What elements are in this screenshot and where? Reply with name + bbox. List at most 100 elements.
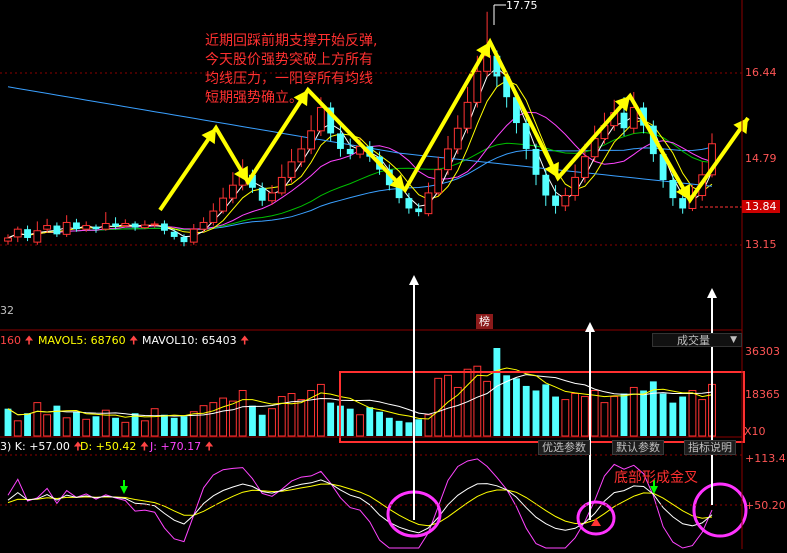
rank-badge[interactable]: 榜 [476, 314, 493, 329]
volume-legend-1-text: 160 [0, 334, 21, 347]
up-arrow-icon: 🠉 [204, 440, 214, 453]
price-annotation-line-3: 均线压力，一阳穿所有均线 [205, 71, 373, 87]
kdj-legend-k-text: 3) K: +57.00 [0, 440, 70, 453]
volume-bar [434, 377, 443, 437]
candle-body [532, 148, 540, 175]
candle-body [150, 223, 159, 226]
candle-body [307, 130, 316, 150]
candle-body [346, 148, 354, 155]
volume-bar [571, 393, 580, 437]
volume-bar [385, 417, 393, 436]
volume-bar [552, 396, 559, 436]
volume-legend-3-text: MAVOL10: 65403 [142, 334, 237, 347]
candle-body [161, 223, 168, 231]
default-params-button[interactable]: 默认参数 [612, 440, 664, 455]
candle-body [82, 225, 91, 230]
cut-label: 32 [0, 304, 14, 317]
volume-bar [327, 402, 335, 436]
candle-body [483, 55, 492, 72]
volume-bar [688, 389, 697, 437]
volume-bar [4, 408, 12, 436]
candle-body [189, 228, 198, 243]
candle-body [337, 133, 344, 149]
candle-body [268, 192, 276, 202]
candle-body [101, 222, 110, 230]
volume-bar [493, 348, 501, 436]
volume-bar [522, 385, 530, 436]
volume-bar [238, 389, 247, 437]
candle-body [62, 221, 71, 235]
volume-bar [513, 378, 520, 436]
candle-body [199, 221, 208, 230]
volume-bar [92, 416, 100, 436]
volume-bar [150, 408, 159, 437]
up-arrow-icon: 🠉 [139, 440, 149, 453]
candle-body [316, 107, 325, 132]
volume-bar [580, 396, 589, 437]
highlight-circle [692, 482, 748, 538]
candle-body [405, 198, 413, 209]
kdj-legend-d: D: +50.42 🠉 [80, 440, 149, 453]
volume-bar [346, 408, 354, 436]
volume-bar [24, 413, 31, 436]
up-arrow-icon [585, 322, 595, 332]
candle-body [552, 195, 559, 206]
volume-bar [161, 414, 168, 436]
volume-axis-label: 18365 [745, 388, 780, 401]
candle-body [43, 225, 52, 230]
volume-bar [228, 400, 237, 437]
up-arrow-icon [409, 275, 419, 285]
candle-body [112, 223, 119, 227]
price-annotation-line-1: 近期回踩前期支撑开始反弹, [205, 33, 378, 49]
volume-bar [297, 399, 306, 437]
candle-body [121, 222, 130, 227]
kdj-legend-k: 3) K: +57.00 🠉 [0, 440, 83, 453]
volume-bar [376, 411, 383, 436]
volume-bar [600, 402, 609, 437]
volume-bar [121, 421, 130, 437]
candle-body [180, 236, 188, 243]
volume-bar [542, 384, 550, 436]
chart-stage: 17.75 16.44 14.79 13.84 13.15 32 近期回踩前期支… [0, 0, 787, 549]
volume-bar [395, 420, 403, 436]
candle-body [669, 180, 677, 199]
candle-body [24, 229, 31, 238]
candle-body [444, 148, 452, 171]
kdj-annotation: 底部形成金叉 [614, 470, 698, 486]
indicator-help-button[interactable]: 指标说明 [684, 440, 736, 455]
volume-bar [82, 418, 91, 437]
volume-bar [503, 375, 511, 436]
volume-bar [620, 393, 628, 436]
volume-bar [287, 393, 296, 437]
candle-body [415, 208, 423, 213]
price-axis-label: 16.44 [745, 66, 777, 79]
volume-bar [258, 414, 266, 436]
volume-bar [43, 414, 52, 437]
kdj-legend-j: J: +70.17 🠉 [150, 440, 214, 453]
candle-body [228, 184, 237, 199]
kdj-axis-label: +113.4 [745, 452, 786, 465]
volume-bar [405, 422, 413, 436]
indicator-dropdown[interactable]: 成交量 ▼ [652, 333, 742, 347]
volume-bar [316, 383, 325, 437]
candle-body [287, 161, 296, 178]
price-axis-label: 13.15 [745, 238, 777, 251]
candle-body [73, 222, 80, 230]
candle-body [13, 228, 22, 238]
candle-body [33, 230, 42, 243]
up-arrow-icon: 🠉 [129, 334, 139, 347]
volume-bar [13, 420, 22, 437]
price-annotation-line-2: 今天股价强势突破上方所有 [205, 52, 373, 68]
volume-bar [53, 405, 61, 436]
volume-legend-3: MAVOL10: 65403 🠉 [142, 334, 249, 347]
volume-bar [209, 402, 218, 437]
candle-body [140, 224, 149, 229]
candle-body [170, 231, 178, 237]
down-arrow-icon [120, 486, 128, 494]
candle-body [571, 176, 580, 197]
candle-body [542, 174, 550, 196]
candle-body [473, 70, 482, 103]
optimal-params-button[interactable]: 优选参数 [538, 440, 590, 455]
kdj-legend-d-text: D: +50.42 [80, 440, 137, 453]
volume-bar [219, 397, 228, 437]
